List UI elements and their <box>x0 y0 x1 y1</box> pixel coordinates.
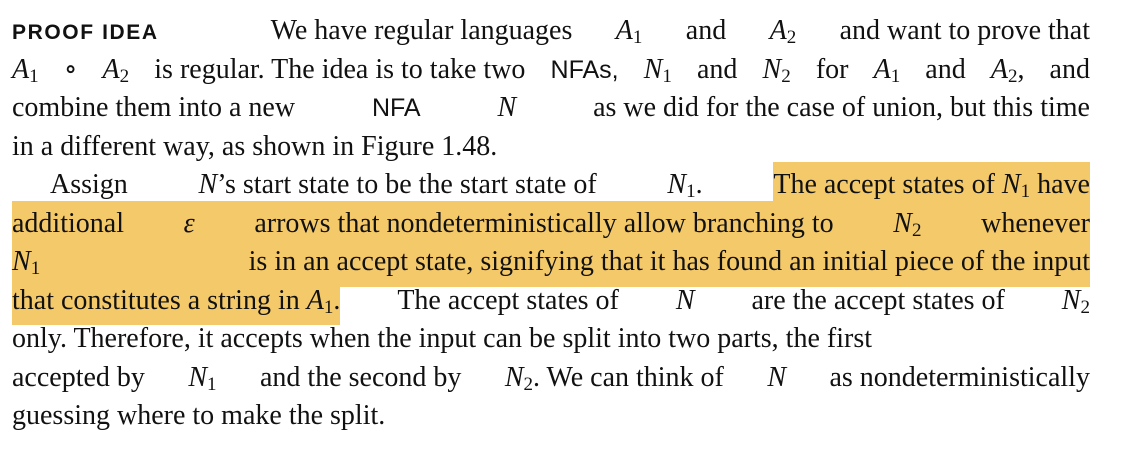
math-n: N <box>767 361 787 393</box>
p1-line-3: combine them into a new NFA N as we did … <box>12 89 1090 128</box>
p2-line-3: N1 is in an accept state, signifying tha… <box>12 243 1090 282</box>
text-segment: guessing where to make the split. <box>12 400 386 431</box>
math-n2: N2 <box>1061 284 1090 318</box>
p2-line-7: guessing where to make the split. <box>12 397 1090 436</box>
epsilon-symbol: ε <box>183 207 195 239</box>
math-n: N <box>497 92 517 123</box>
text-segment: accepted by <box>12 361 145 393</box>
nfa-term: NFA <box>371 94 421 122</box>
text-segment: is in an accept state, signifying that i… <box>248 246 1090 277</box>
p2-line-1: Assign N’s start state to be the start s… <box>12 166 1090 205</box>
math-a2: A2 <box>102 53 130 87</box>
concat-operator: ∘ <box>63 53 78 85</box>
text-segment: and want to prove that <box>839 15 1090 46</box>
math-n1: N1 <box>12 246 41 280</box>
text-segment: are the accept states of <box>751 284 1005 316</box>
math-a2: A2, <box>990 53 1025 87</box>
text-segment: and <box>685 15 727 46</box>
math-n1: N1 <box>188 361 217 395</box>
text-segment: combine them into a new <box>12 92 296 123</box>
highlighted-text: that constitutes a string in A1. <box>12 281 341 320</box>
p2-line-5: only. Therefore, it accepts when the inp… <box>12 320 1090 359</box>
p1-line-1: PROOF IDEA We have regular languages A1 … <box>12 12 1090 51</box>
math-n1: N1. <box>667 169 703 203</box>
text-segment: only. Therefore, it accepts when the inp… <box>12 323 872 354</box>
math-a1: A1 <box>615 15 643 49</box>
text-segment: as we did for the case of union, but thi… <box>593 92 1090 123</box>
math-a1: A1 <box>873 53 901 87</box>
math-n: N <box>675 284 695 316</box>
text-segment: and the second by <box>260 361 462 393</box>
text-segment: and <box>1049 53 1090 85</box>
math-n-possessive: N’s start state to be the start state of <box>198 169 597 200</box>
math-n2: N2 <box>893 207 922 241</box>
math-n2: N2. We can think of <box>504 361 724 395</box>
p1-line-4: in a different way, as shown in Figure 1… <box>12 128 1090 167</box>
text-segment: The accept states of <box>397 284 619 316</box>
text-segment: and <box>925 53 966 85</box>
text-segment: arrows that nondeterministically allow b… <box>254 207 834 239</box>
math-n1: N1 <box>643 53 672 87</box>
math-a2: A2 <box>769 15 797 49</box>
highlighted-text: The accept states of N1 have <box>773 166 1090 205</box>
text-segment: as nondeterministically <box>829 361 1090 393</box>
proof-idea-label: PROOF IDEA <box>12 21 159 44</box>
math-n2: N2 <box>762 53 791 87</box>
p1-line-2: A1 ∘ A2 is regular. The idea is to take … <box>12 51 1090 90</box>
p2-line-4: that constitutes a string in A1. The acc… <box>12 281 1090 320</box>
p2-line-6: accepted by N1 and the second by N2. We … <box>12 359 1090 398</box>
p2-line-2: additional ε arrows that nondeterministi… <box>12 204 1090 243</box>
text-segment: in a different way, as shown in Figure 1… <box>12 130 498 162</box>
text-segment: for <box>815 53 849 85</box>
text-segment: Assign <box>50 169 128 200</box>
text-segment: is regular. The idea is to take two <box>154 53 526 85</box>
text-segment: additional <box>12 207 124 239</box>
text-segment: We have regular languages <box>270 15 573 46</box>
textbook-excerpt: PROOF IDEA We have regular languages A1 … <box>12 12 1090 436</box>
math-a1: A1 <box>12 53 39 87</box>
text-segment: whenever <box>981 207 1090 239</box>
nfas-term: NFAs, <box>550 55 619 84</box>
text-segment: and <box>697 53 738 85</box>
